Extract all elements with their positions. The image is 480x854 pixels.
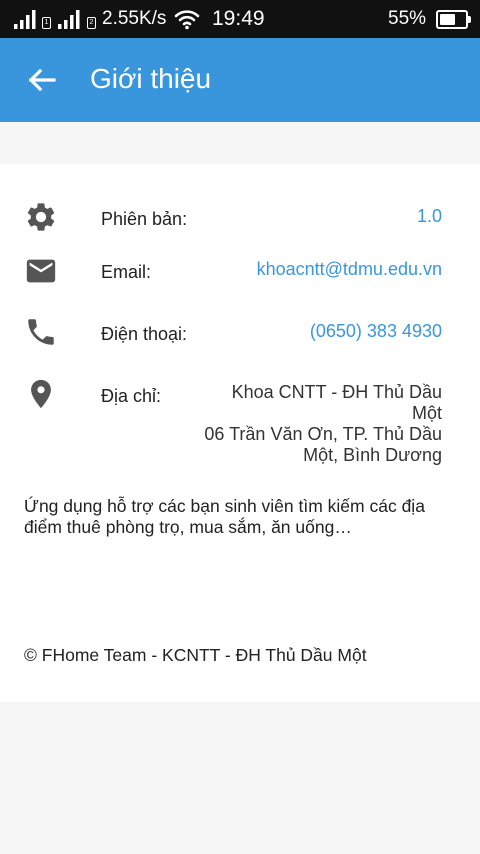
gear-icon	[27, 203, 55, 231]
status-bar: 1 2 2.55K/s 19:49 55%	[0, 0, 480, 38]
network-speed: 2.55K/s	[102, 8, 167, 29]
version-value: 1.0	[416, 206, 442, 226]
phone-label: Điện thoại:	[101, 324, 188, 344]
back-button[interactable]	[18, 58, 66, 102]
location-pin-icon	[31, 379, 51, 409]
battery-cap	[468, 16, 471, 23]
page-title: Giới thiệu	[90, 63, 212, 94]
envelope-icon	[26, 259, 56, 283]
copyright-footer: © FHome Team - KCNTT - ĐH Thủ Dầu Một	[24, 645, 367, 665]
address-line: Một	[411, 403, 442, 423]
description-line: Ứng dụng hỗ trợ các bạn sinh viên tìm ki…	[24, 496, 425, 516]
address-label: Địa chỉ:	[101, 386, 162, 406]
signal-strength-icon	[14, 10, 36, 29]
address-line: 06 Trần Văn Ơn, TP. Thủ Dầu	[204, 424, 442, 444]
phone-icon	[28, 319, 54, 345]
signal-strength-icon	[58, 10, 80, 29]
app-description: Ứng dụng hỗ trợ các bạn sinh viên tìm ki…	[24, 496, 454, 538]
battery-percent: 55%	[388, 8, 427, 29]
email-link[interactable]: khoacntt@tdmu.edu.vn	[257, 259, 442, 280]
arrow-left-icon	[28, 68, 56, 92]
wifi-icon	[174, 10, 200, 30]
email-label: Email:	[101, 262, 152, 282]
description-line: điểm thuê phòng trọ, mua sắm, ăn uống…	[24, 517, 352, 537]
phone-link[interactable]: (0650) 383 4930	[310, 321, 442, 342]
battery-icon	[436, 10, 468, 29]
address-line: Khoa CNTT - ĐH Thủ Dầu	[231, 382, 442, 402]
battery-level-fill	[440, 14, 456, 25]
sim2-badge: 2	[87, 17, 96, 29]
version-label: Phiên bản:	[101, 209, 188, 229]
app-bar: Giới thiệu	[0, 38, 480, 122]
address-value: Khoa CNTT - ĐH Thủ Dầu Một 06 Trần Văn Ơ…	[192, 382, 442, 466]
about-card: Phiên bản: 1.0 Email: khoacntt@tdmu.edu.…	[0, 164, 480, 702]
clock: 19:49	[212, 7, 265, 30]
sim1-badge: 1	[42, 17, 51, 29]
address-line: Một, Bình Dương	[303, 445, 442, 465]
